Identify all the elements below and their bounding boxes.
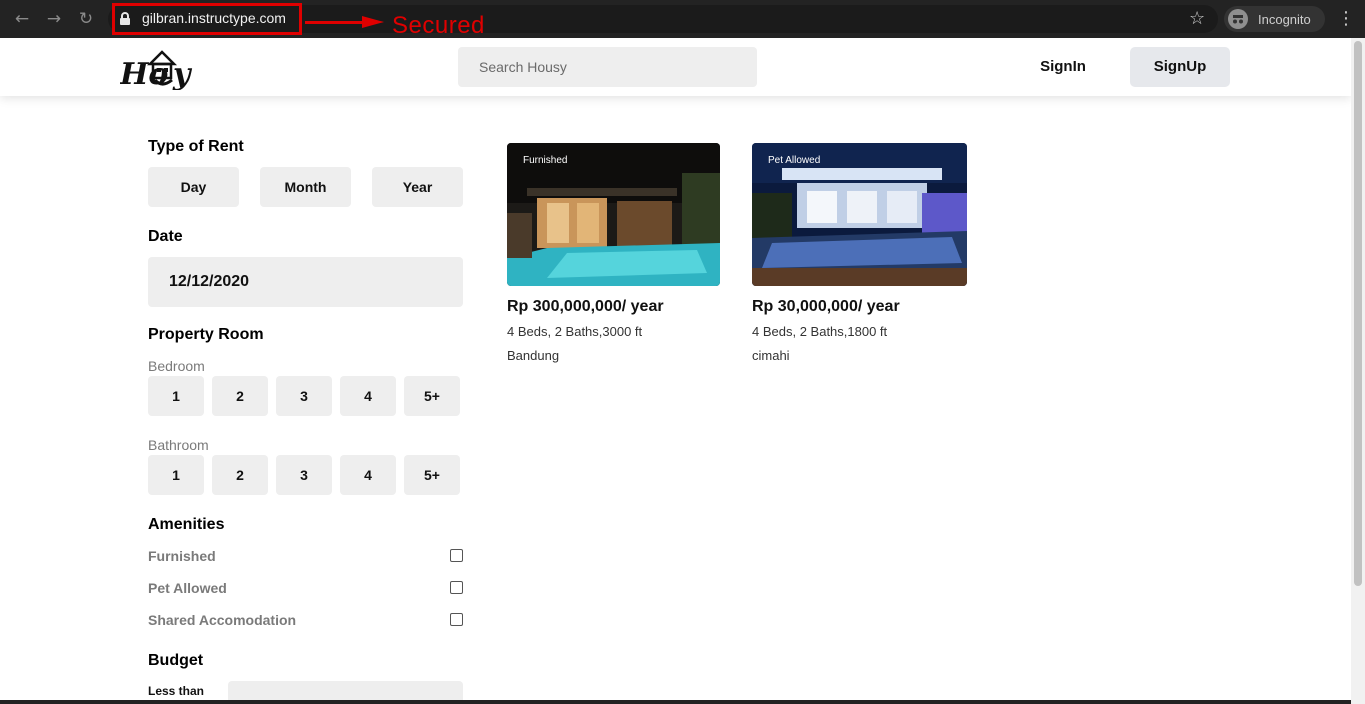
site-header: Ho y SignIn SignUp <box>0 38 1351 96</box>
bathroom-label: Bathroom <box>148 437 209 453</box>
amenity-shared-checkbox[interactable] <box>450 613 463 626</box>
page: Ho y SignIn SignUp Type of Rent Day Mont… <box>0 38 1351 700</box>
bathroom-option[interactable]: 5+ <box>404 455 460 495</box>
bathroom-option[interactable]: 3 <box>276 455 332 495</box>
annotation-arrow-head <box>362 16 384 28</box>
listing-price: Rp 30,000,000/ year <box>752 298 900 315</box>
signup-button[interactable]: SignUp <box>1130 47 1230 87</box>
annotation-arrow <box>305 21 365 24</box>
forward-icon[interactable]: → <box>44 9 64 29</box>
star-icon[interactable]: ☆ <box>1189 8 1205 29</box>
bathroom-option[interactable]: 4 <box>340 455 396 495</box>
bathroom-option[interactable]: 2 <box>212 455 268 495</box>
incognito-badge[interactable]: Incognito <box>1224 6 1325 32</box>
bedroom-label: Bedroom <box>148 358 205 374</box>
bedroom-option[interactable]: 3 <box>276 376 332 416</box>
amenity-shared-label: Shared Accomodation <box>148 612 297 628</box>
bedroom-option[interactable]: 1 <box>148 376 204 416</box>
incognito-icon <box>1228 9 1248 29</box>
listing-city: Bandung <box>507 348 560 363</box>
amenity-furnished-label: Furnished <box>148 548 216 564</box>
bedroom-option[interactable]: 5+ <box>404 376 460 416</box>
reload-icon[interactable]: ↻ <box>76 9 96 29</box>
browser-toolbar: ← → ↻ gilbran.instructype.com Secured ☆ … <box>0 0 1365 39</box>
menu-icon[interactable]: ⋮ <box>1337 8 1355 29</box>
listing-city: cimahi <box>752 348 790 363</box>
property-room-title: Property Room <box>148 326 264 343</box>
listing-photo[interactable]: Pet Allowed <box>752 143 967 286</box>
scrollbar-thumb[interactable] <box>1354 41 1362 586</box>
listing-photo[interactable]: Furnished <box>507 143 720 286</box>
svg-text:y: y <box>172 57 193 90</box>
back-icon[interactable]: ← <box>12 9 32 29</box>
budget-less-than-label: Less than <box>148 684 205 698</box>
date-title: Date <box>148 228 183 245</box>
incognito-label: Incognito <box>1258 12 1311 27</box>
listing-tag: Pet Allowed <box>768 155 821 166</box>
budget-input[interactable] <box>228 681 463 700</box>
url-highlight-box <box>112 3 302 35</box>
listing-specs: 4 Beds, 2 Baths,3000 ft <box>507 324 643 339</box>
listing-price: Rp 300,000,000/ year <box>507 298 664 315</box>
rent-day-button[interactable]: Day <box>148 167 239 207</box>
bedroom-option[interactable]: 4 <box>340 376 396 416</box>
bathroom-option[interactable]: 1 <box>148 455 204 495</box>
page-scrollbar[interactable] <box>1351 38 1365 704</box>
amenity-pet-allowed-checkbox[interactable] <box>450 581 463 594</box>
budget-title: Budget <box>148 652 204 669</box>
housy-logo[interactable]: Ho y <box>119 46 202 92</box>
secured-annotation: Secured <box>392 12 485 39</box>
search-input[interactable] <box>458 47 757 87</box>
amenities-title: Amenities <box>148 516 225 533</box>
bedroom-option[interactable]: 2 <box>212 376 268 416</box>
rent-month-button[interactable]: Month <box>260 167 351 207</box>
listing-specs: 4 Beds, 2 Baths,1800 ft <box>752 324 888 339</box>
type-of-rent-title: Type of Rent <box>148 138 244 155</box>
rent-year-button[interactable]: Year <box>372 167 463 207</box>
date-field[interactable]: 12/12/2020 <box>148 257 463 307</box>
signin-button[interactable]: SignIn <box>1020 47 1106 87</box>
amenity-pet-allowed-label: Pet Allowed <box>148 580 227 596</box>
amenity-furnished-checkbox[interactable] <box>450 549 463 562</box>
listing-tag: Furnished <box>523 155 568 166</box>
bottom-strip <box>0 700 1351 704</box>
